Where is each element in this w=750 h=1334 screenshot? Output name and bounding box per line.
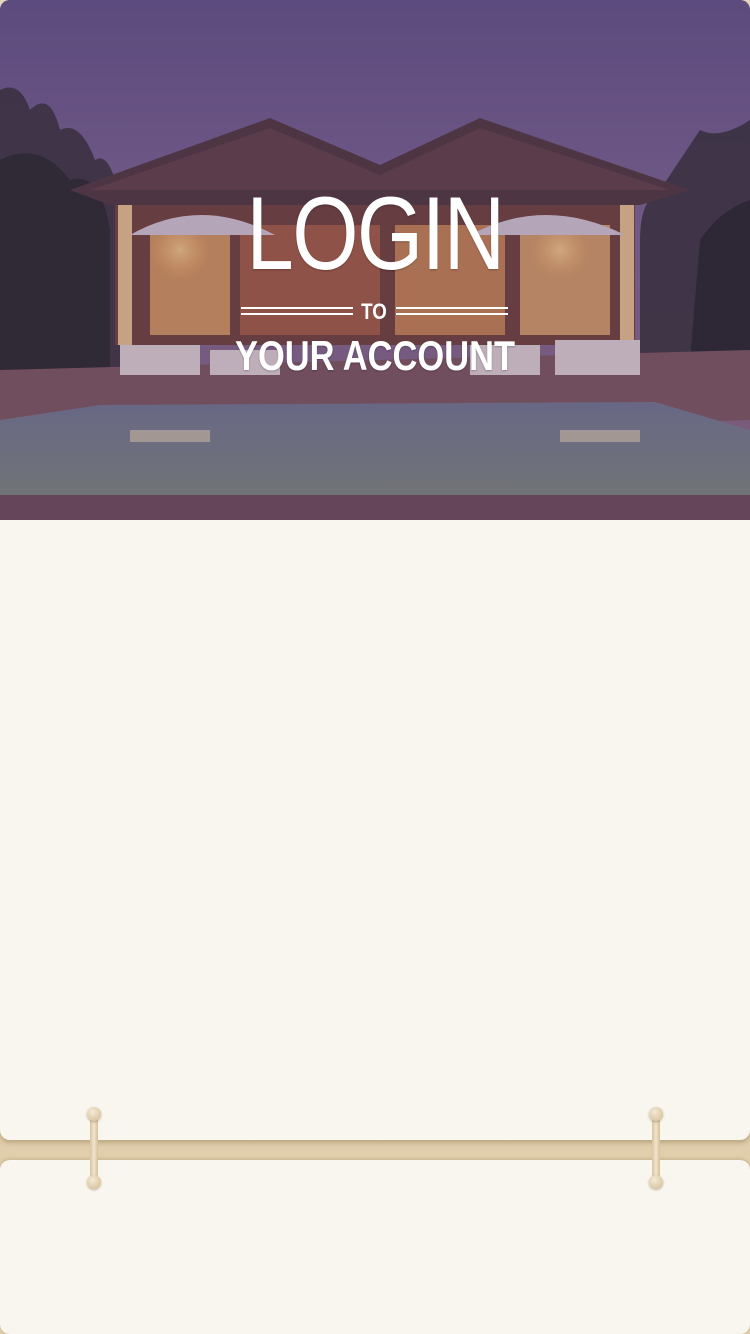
bottom-card [0, 1160, 750, 1334]
ring-hinge-icon [87, 1107, 101, 1189]
login-subtitle: YOUR ACCOUNT [235, 332, 515, 379]
login-heading: LOGIN TO YOUR ACCOUNT [0, 176, 750, 379]
title-divider: TO [0, 298, 750, 328]
ring-hinge-icon [649, 1107, 663, 1189]
divider-rule-left [241, 307, 353, 315]
divider-rule-right [396, 307, 508, 315]
login-title: LOGIN [246, 176, 505, 292]
login-card: LOGIN TO YOUR ACCOUNT [0, 0, 750, 1140]
divider-connector: TO [361, 299, 387, 324]
hero-image: LOGIN TO YOUR ACCOUNT [0, 0, 750, 520]
